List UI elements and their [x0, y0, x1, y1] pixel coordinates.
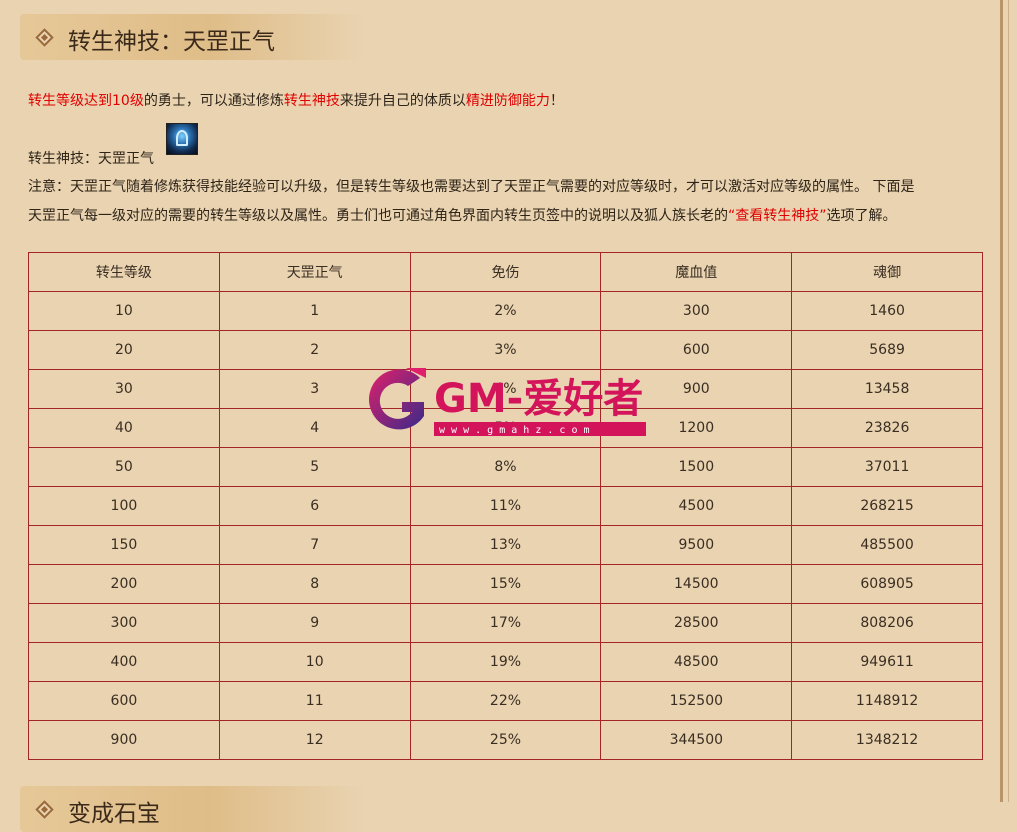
table-row: 50 5 8% 1500 37011	[28, 447, 983, 487]
watermark-url: w w w . g m a h z . c o m	[439, 425, 590, 436]
table-cell: 1460	[791, 291, 983, 331]
table-cell: 20	[28, 330, 220, 370]
note-line-1: 注意：天罡正气随着修炼获得技能经验可以升级，但是转生等级也需要达到了天罡正气需要…	[28, 179, 915, 195]
table-cell: 900	[28, 720, 220, 760]
table-row: 150 7 13% 9500 485500	[28, 525, 983, 565]
diamond-bullet-icon	[35, 28, 54, 47]
column-header: 免伤	[409, 252, 602, 292]
table-cell: 50	[28, 447, 220, 487]
table-row: 10 1 2% 300 1460	[28, 291, 983, 331]
section-header: 变成石宝	[20, 786, 365, 832]
table-row: 900 12 25% 344500 1348212	[28, 720, 983, 760]
table-cell: 200	[28, 564, 220, 604]
table-cell: 8	[218, 564, 411, 604]
note-highlight-link: “查看转生神技”	[728, 208, 827, 224]
table-cell: 2%	[409, 291, 602, 331]
intro-paragraph: 转生等级达到10级的勇士，可以通过修炼转生神技来提升自己的体质以精进防御能力！	[28, 90, 564, 110]
table-cell: 11%	[409, 486, 602, 526]
page-right-border	[1000, 0, 1003, 802]
table-cell: 1148912	[791, 681, 983, 721]
skill-label: 转生神技：天罡正气	[28, 151, 154, 167]
table-cell: 300	[28, 603, 220, 643]
table-cell: 808206	[791, 603, 983, 643]
table-cell: 485500	[791, 525, 983, 565]
table-cell: 37011	[791, 447, 983, 487]
table-row: 300 9 17% 28500 808206	[28, 603, 983, 643]
table-cell: 13458	[791, 369, 983, 409]
diamond-bullet-icon	[35, 800, 54, 819]
table-cell: 7	[218, 525, 411, 565]
table-row: 200 8 15% 14500 608905	[28, 564, 983, 604]
table-cell: 400	[28, 642, 220, 682]
table-header-row: 转生等级 天罡正气 免伤 魔血值 魂御	[28, 252, 983, 292]
table-cell: 25%	[409, 720, 602, 760]
table-cell: 48500	[600, 642, 793, 682]
table-cell: 8%	[409, 447, 602, 487]
table-cell: 949611	[791, 642, 983, 682]
intro-highlight-defense: 精进防御能力	[465, 93, 550, 109]
table-cell: 19%	[409, 642, 602, 682]
watermark-brand: GM-爱好者	[434, 376, 643, 422]
rebirth-skill-table: 转生等级 天罡正气 免伤 魔血值 魂御 10 1 2% 300 1460 20 2 3% 600…	[28, 252, 983, 760]
intro-highlight-level: 转生等级达到10级	[28, 93, 144, 109]
intro-text: 来提升自己的体质以	[339, 93, 466, 109]
column-header: 天罡正气	[218, 252, 411, 292]
table-cell: 9	[218, 603, 411, 643]
table-cell: 150	[28, 525, 220, 565]
table-cell: 268215	[791, 486, 983, 526]
table-cell: 6	[218, 486, 411, 526]
note-text: 天罡正气每一级对应的需要的转生等级以及属性。勇士们也可通过角色界面内转生页签中的…	[28, 208, 728, 224]
table-cell: 1348212	[791, 720, 983, 760]
table-cell: 1500	[600, 447, 793, 487]
table-cell: 11	[218, 681, 411, 721]
table-cell: 14500	[600, 564, 793, 604]
skill-icon	[166, 123, 198, 155]
column-header: 转生等级	[28, 252, 220, 292]
table-cell: 10	[28, 291, 220, 331]
intro-text: ！	[549, 93, 564, 109]
intro-highlight-skill: 转生神技	[283, 93, 340, 109]
table-cell: 22%	[409, 681, 602, 721]
table-cell: 12	[218, 720, 411, 760]
section-header: 转生神技：天罡正气	[20, 14, 365, 60]
table-cell: 30	[28, 369, 220, 409]
section-title: 转生神技：天罡正气	[68, 29, 275, 55]
table-cell: 10	[218, 642, 411, 682]
table-cell: 40	[28, 408, 220, 448]
table-cell: 4500	[600, 486, 793, 526]
table-cell: 608905	[791, 564, 983, 604]
intro-text: 的勇士，可以通过修炼	[143, 93, 284, 109]
watermark-logo: GM-爱好者 w w w . g m a h z . c o m	[368, 368, 646, 436]
table-row: 600 11 22% 152500 1148912	[28, 681, 983, 721]
table-cell: 1	[218, 291, 411, 331]
table-cell: 600	[28, 681, 220, 721]
table-cell: 17%	[409, 603, 602, 643]
column-header: 魔血值	[600, 252, 793, 292]
note-line-2: 天罡正气每一级对应的需要的转生等级以及属性。勇士们也可通过角色界面内转生页签中的…	[28, 205, 897, 225]
note-text: 选项了解。	[826, 208, 897, 224]
table-cell: 23826	[791, 408, 983, 448]
section-title: 变成石宝	[68, 801, 160, 827]
table-cell: 5	[218, 447, 411, 487]
table-cell: 13%	[409, 525, 602, 565]
table-cell: 100	[28, 486, 220, 526]
table-cell: 300	[600, 291, 793, 331]
table-cell: 344500	[600, 720, 793, 760]
page-right-border-inner	[1008, 0, 1009, 802]
column-header: 魂御	[791, 252, 983, 292]
table-row: 100 6 11% 4500 268215	[28, 486, 983, 526]
table-cell: 28500	[600, 603, 793, 643]
table-cell: 9500	[600, 525, 793, 565]
table-cell: 152500	[600, 681, 793, 721]
table-cell: 5689	[791, 330, 983, 370]
table-row: 400 10 19% 48500 949611	[28, 642, 983, 682]
table-cell: 15%	[409, 564, 602, 604]
